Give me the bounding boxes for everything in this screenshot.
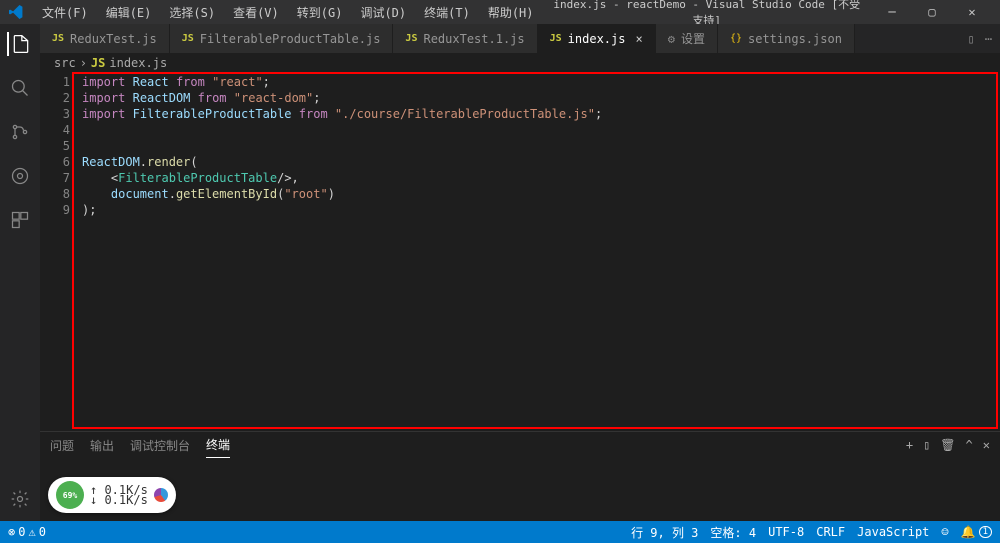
menu-go[interactable]: 转到(G) — [289, 1, 351, 24]
panel: 问题 输出 调试控制台 终端 + ▯ 🗑 ^ ✕ 69% ↑ 0.1K/s ↓ — [40, 431, 1000, 521]
tab-label: ReduxTest.1.js — [423, 32, 524, 46]
menu-bar: 文件(F) 编辑(E) 选择(S) 查看(V) 转到(G) 调试(D) 终端(T… — [34, 1, 542, 24]
maximize-panel-icon[interactable]: ^ — [966, 438, 973, 452]
vscode-logo-icon — [8, 4, 24, 20]
tab-label: 设置 — [681, 30, 705, 47]
status-encoding[interactable]: UTF-8 — [768, 525, 804, 539]
close-window-button[interactable]: ✕ — [952, 0, 992, 24]
panel-tab-problems[interactable]: 问题 — [50, 433, 74, 458]
js-file-icon: JS — [52, 33, 64, 44]
gear-icon: ⚙ — [668, 32, 675, 46]
status-errors[interactable]: ⊗0 ⚠0 — [8, 525, 46, 539]
split-editor-icon[interactable]: ▯ — [968, 32, 975, 46]
settings-gear-icon[interactable] — [8, 487, 32, 511]
code-line[interactable]: ReactDOM.render( — [82, 154, 1000, 170]
editor-tab[interactable]: JS FilterableProductTable.js — [170, 24, 394, 53]
menu-view[interactable]: 查看(V) — [225, 1, 287, 24]
menu-terminal[interactable]: 终端(T) — [416, 1, 478, 24]
menu-help[interactable]: 帮助(H) — [480, 1, 542, 24]
editor[interactable]: 123456789 import React from "react";impo… — [40, 72, 1000, 431]
js-file-icon: JS — [91, 56, 105, 70]
terminal-body[interactable]: 69% ↑ 0.1K/s ↓ 0.1K/s — [40, 458, 1000, 521]
debug-icon[interactable] — [8, 164, 32, 188]
code-line[interactable]: import FilterableProductTable from "./co… — [82, 106, 1000, 122]
menu-edit[interactable]: 编辑(E) — [98, 1, 160, 24]
code-line[interactable]: <FilterableProductTable/>, — [82, 170, 1000, 186]
window-controls: ─ ▢ ✕ — [872, 0, 992, 24]
pie-icon — [154, 488, 168, 502]
code-line[interactable]: import ReactDOM from "react-dom"; — [82, 90, 1000, 106]
json-file-icon: {} — [730, 33, 742, 44]
menu-selection[interactable]: 选择(S) — [161, 1, 223, 24]
title-bar: 文件(F) 编辑(E) 选择(S) 查看(V) 转到(G) 调试(D) 终端(T… — [0, 0, 1000, 24]
new-terminal-icon[interactable]: + — [906, 438, 913, 452]
download-speed: ↓ 0.1K/s — [90, 495, 148, 505]
code-line[interactable] — [82, 122, 1000, 138]
tab-label: settings.json — [748, 32, 842, 46]
close-tab-icon[interactable]: × — [635, 32, 642, 46]
panel-tabs: 问题 输出 调试控制台 终端 + ▯ 🗑 ^ ✕ — [40, 432, 1000, 458]
status-spaces[interactable]: 空格: 4 — [710, 524, 756, 541]
activity-bar — [0, 24, 40, 521]
panel-tab-debug-console[interactable]: 调试控制台 — [130, 433, 190, 458]
tab-label: ReduxTest.js — [70, 32, 157, 46]
panel-tab-output[interactable]: 输出 — [90, 433, 114, 458]
warning-icon: ⚠ — [28, 525, 35, 539]
status-eol[interactable]: CRLF — [816, 525, 845, 539]
code-line[interactable] — [82, 138, 1000, 154]
editor-tab[interactable]: {} settings.json — [718, 24, 855, 53]
code-line[interactable]: ); — [82, 202, 1000, 218]
js-file-icon: JS — [405, 33, 417, 44]
menu-file[interactable]: 文件(F) — [34, 1, 96, 24]
breadcrumb-folder: src — [54, 56, 76, 70]
chevron-right-icon: › — [80, 56, 87, 70]
minimize-button[interactable]: ─ — [872, 0, 912, 24]
js-file-icon: JS — [550, 33, 562, 44]
line-numbers: 123456789 — [40, 72, 76, 431]
editor-tab[interactable]: JS ReduxTest.1.js — [393, 24, 537, 53]
trash-icon[interactable]: 🗑 — [940, 438, 955, 452]
widget-badge: 69% — [56, 481, 84, 509]
menu-debug[interactable]: 调试(D) — [352, 1, 414, 24]
tab-label: index.js — [568, 32, 626, 46]
source-control-icon[interactable] — [8, 120, 32, 144]
status-bar: ⊗0 ⚠0 行 9, 列 3 空格: 4 UTF-8 CRLF JavaScri… — [0, 521, 1000, 543]
status-bell-icon[interactable]: 🔔1 — [961, 525, 992, 539]
editor-tabs: JS ReduxTest.js JS FilterableProductTable.j… — [40, 24, 1000, 54]
breadcrumb-file: index.js — [109, 56, 167, 70]
code-line[interactable]: document.getElementById("root") — [82, 186, 1000, 202]
status-cursor[interactable]: 行 9, 列 3 — [631, 524, 698, 541]
breadcrumb[interactable]: src › JS index.js — [40, 54, 1000, 72]
split-terminal-icon[interactable]: ▯ — [923, 438, 930, 452]
editor-tab[interactable]: ⚙ 设置 — [656, 24, 718, 53]
tab-label: FilterableProductTable.js — [200, 32, 381, 46]
error-icon: ⊗ — [8, 525, 15, 539]
js-file-icon: JS — [182, 33, 194, 44]
panel-tab-terminal[interactable]: 终端 — [206, 432, 230, 458]
status-language[interactable]: JavaScript — [857, 525, 929, 539]
network-widget[interactable]: 69% ↑ 0.1K/s ↓ 0.1K/s — [48, 477, 176, 513]
code-line[interactable]: import React from "react"; — [82, 74, 1000, 90]
extensions-icon[interactable] — [8, 208, 32, 232]
editor-tab[interactable]: JS index.js × — [538, 24, 656, 53]
status-feedback-icon[interactable]: ☺ — [941, 525, 948, 539]
maximize-button[interactable]: ▢ — [912, 0, 952, 24]
explorer-icon[interactable] — [7, 32, 31, 56]
code-content[interactable]: import React from "react";import ReactDO… — [76, 72, 1000, 431]
more-icon[interactable]: ⋯ — [985, 32, 992, 46]
close-panel-icon[interactable]: ✕ — [983, 438, 990, 452]
editor-tab[interactable]: JS ReduxTest.js — [40, 24, 170, 53]
search-icon[interactable] — [8, 76, 32, 100]
